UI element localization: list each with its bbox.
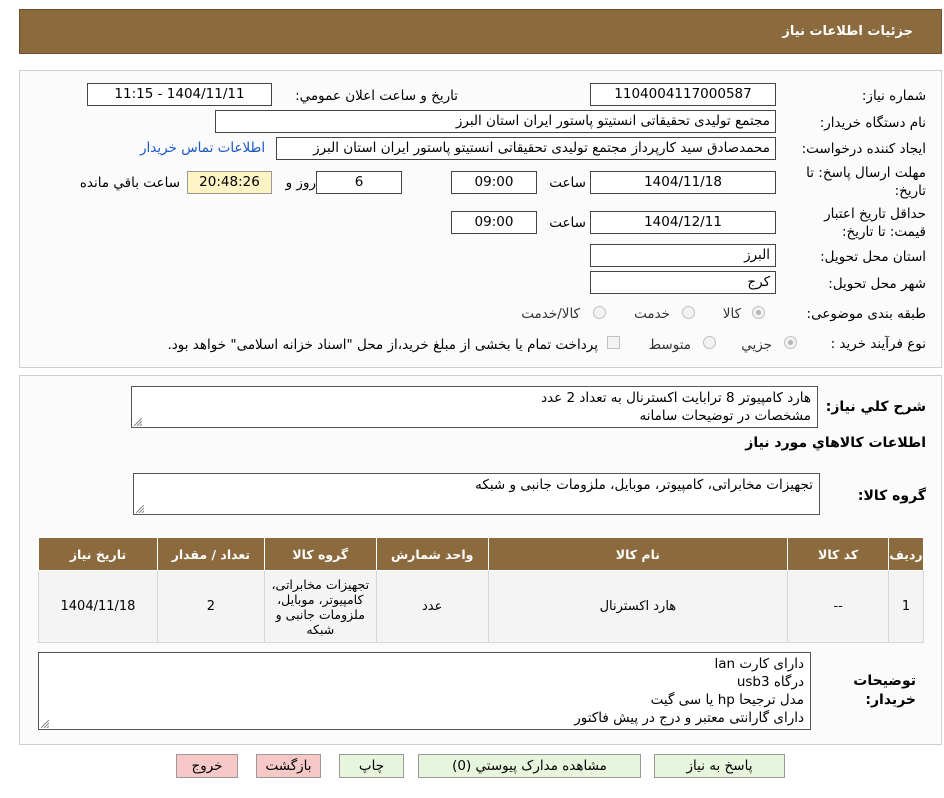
col-qty: تعداد / مقدار (156, 537, 265, 571)
exit-button[interactable]: خروج (176, 754, 238, 778)
city-label: شهر محل تحویل: (828, 276, 926, 292)
validity-time-label: ساعت (549, 215, 586, 231)
buyer-note-line: دارای گارانتی معتبر و درج در پیش فاکتور (574, 710, 804, 726)
remaining-label: ساعت باقي مانده (79, 175, 180, 191)
row-name: هارد اکسترنال (487, 570, 789, 643)
row-group-line: تجهیزات مخابراتی، (271, 576, 370, 592)
deadline-time-field: 09:00 (451, 171, 537, 194)
deadline-time-label: ساعت (549, 175, 586, 191)
buyer-note-line: درگاه usb3 (736, 674, 804, 690)
buyer-notes-label: توضیحات (853, 673, 916, 689)
deadline-label-2: تاریخ: (894, 183, 926, 199)
resize-grip-icon[interactable] (136, 505, 144, 513)
row-qty: 2 (156, 570, 265, 643)
category-both-radio[interactable] (593, 306, 606, 319)
col-date: تاریخ نیاز (38, 537, 158, 571)
row-group-line: ملزومات جانبی و (275, 606, 365, 622)
buyer-notes-textarea: دارای کارت lan درگاه usb3 مدل ترجیحا hp … (38, 652, 811, 730)
page-title: جزئیات اطلاعات نیاز (782, 24, 913, 39)
row-index: 1 (888, 570, 924, 643)
province-label: استان محل تحویل: (820, 249, 926, 265)
category-service-radio[interactable] (682, 306, 695, 319)
reply-button[interactable]: پاسخ به نیاز (654, 754, 785, 778)
col-code: کد کالا (787, 537, 890, 571)
province-field: البرز (590, 244, 776, 267)
deadline-date-field: 1404/11/18 (590, 171, 776, 194)
process-small-radio[interactable] (784, 336, 797, 349)
category-service-label: خدمت (634, 306, 670, 322)
deadline-label: مهلت ارسال پاسخ: تا (806, 165, 926, 181)
validity-time-field: 09:00 (451, 211, 537, 234)
process-medium-radio[interactable] (703, 336, 716, 349)
description-label: شرح کلي نیاز: (825, 399, 926, 415)
buyer-org-field: مجتمع تولیدی تحقیقاتی انستیتو پاستور ایر… (215, 110, 776, 133)
treasury-payment-note: پرداخت تمام یا بخشی از مبلغ خرید،از محل … (167, 337, 598, 353)
requester-label: ایجاد کننده درخواست: (801, 141, 926, 157)
goods-info-title: اطلاعات کالاهاي مورد نیاز (745, 435, 926, 451)
description-textarea: هارد کامپیوتر 8 ترابایت اکسترنال به تعدا… (131, 386, 818, 428)
description-line-2: مشخصات در توضیحات سامانه (639, 408, 812, 424)
print-button[interactable]: چاپ (339, 754, 404, 778)
city-field: کرج (590, 271, 776, 294)
process-medium-label: متوسط (648, 337, 691, 353)
announce-field: 1404/11/11 - 11:15 (87, 83, 272, 106)
description-line-1: هارد کامپیوتر 8 ترابایت اکسترنال به تعدا… (541, 390, 811, 406)
row-code: -- (787, 570, 890, 643)
buyer-contact-link[interactable]: اطلاعات تماس خریدار (140, 140, 265, 156)
row-group-line: کامپیوتر، موبایل، (277, 591, 364, 607)
buyer-org-label: نام دستگاه خریدار: (819, 115, 926, 131)
process-small-label: جزیي (741, 337, 772, 353)
buyer-note-line: مدل ترجیحا hp یا سی گیت (650, 692, 804, 708)
table-row: 1 -- هارد اکسترنال عدد تجهیزات مخابراتی،… (38, 570, 924, 643)
back-button[interactable]: بازگشت (256, 754, 321, 778)
buyer-note-line: دارای کارت lan (714, 656, 804, 672)
goods-group-label: گروه کالا: (857, 488, 926, 504)
goods-table-header: ردیف کد کالا نام کالا واحد شمارش گروه کا… (38, 537, 924, 571)
attachments-button[interactable]: مشاهده مدارک پیوستي (0) (418, 754, 641, 778)
validity-label-2: قیمت: تا تاریخ: (842, 224, 926, 240)
requester-field: محمدصادق سید کارپرداز مجتمع تولیدی تحقیق… (276, 137, 776, 160)
category-goods-label: کالا (722, 306, 741, 322)
category-goods-radio[interactable] (752, 306, 765, 319)
row-group-line: شبکه (306, 621, 335, 637)
page-header: جزئیات اطلاعات نیاز (19, 9, 942, 54)
remaining-time-field: 20:48:26 (187, 171, 272, 194)
goods-group-value: تجهیزات مخابراتی، کامپیوتر، موبایل، ملزو… (475, 477, 813, 493)
resize-grip-icon[interactable] (134, 418, 142, 426)
col-name: نام کالا (487, 537, 789, 571)
days-remaining-field: 6 (316, 171, 402, 194)
days-and-label: روز و (285, 175, 316, 191)
col-index: ردیف (888, 537, 924, 571)
row-group: تجهیزات مخابراتی، کامپیوتر، موبایل، ملزو… (263, 570, 377, 643)
treasury-payment-checkbox[interactable] (607, 336, 620, 349)
process-label: نوع فرآیند خرید : (830, 336, 926, 352)
need-number-label: شماره نیاز: (861, 88, 926, 104)
category-both-label: کالا/خدمت (521, 306, 580, 322)
need-number-field: 1104004117000587 (590, 83, 776, 106)
buyer-notes-label-2: خریدار: (865, 692, 916, 708)
announce-label: تاریخ و ساعت اعلان عمومي: (295, 88, 458, 104)
resize-grip-icon[interactable] (41, 720, 49, 728)
goods-table: ردیف کد کالا نام کالا واحد شمارش گروه کا… (38, 537, 924, 643)
col-unit: واحد شمارش (375, 537, 489, 571)
validity-label: حداقل تاریخ اعتبار (824, 206, 926, 222)
row-date: 1404/11/18 (38, 570, 158, 643)
row-unit: عدد (375, 570, 489, 643)
goods-group-textarea: تجهیزات مخابراتی، کامپیوتر، موبایل، ملزو… (133, 473, 820, 515)
validity-date-field: 1404/12/11 (590, 211, 776, 234)
col-group: گروه کالا (263, 537, 377, 571)
category-label: طبقه بندی موضوعی: (806, 306, 926, 322)
